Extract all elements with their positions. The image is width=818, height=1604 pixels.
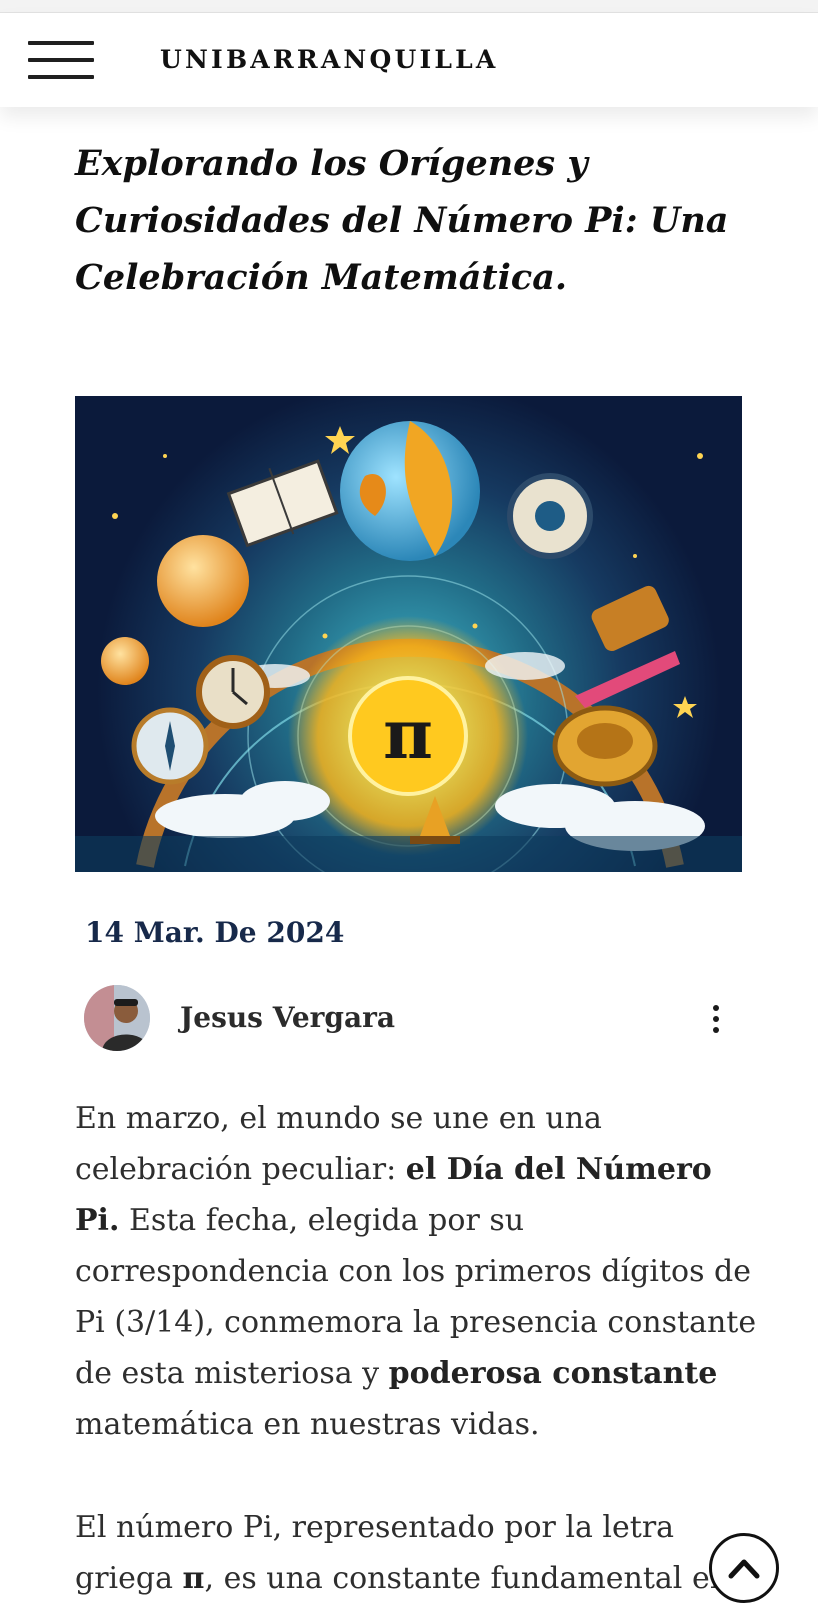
article-title: Explorando los Orígenes y Curiosidades d… (75, 143, 729, 298)
site-header: UNIBARRANQUILLA (0, 13, 818, 107)
article-paragraph-1: En marzo, el mundo se une en una celebra… (75, 1093, 765, 1450)
text-segment: matemática en nuestras vidas. (75, 1407, 540, 1442)
site-logo[interactable]: UNIBARRANQUILLA (160, 45, 499, 74)
bold-text: poderosa constante (388, 1356, 718, 1391)
scroll-to-top-button[interactable] (709, 1533, 779, 1603)
more-vertical-icon[interactable] (708, 1003, 724, 1035)
pi-symbol: π (383, 695, 433, 775)
author-name[interactable]: Jesus Vergara (180, 1001, 395, 1034)
article-date: 14 Mar. De 2024 (85, 916, 345, 949)
hero-image: π (75, 396, 742, 872)
chevron-up-icon (728, 1559, 760, 1579)
status-strip (0, 0, 818, 13)
avatar[interactable] (84, 985, 150, 1051)
hamburger-menu-icon[interactable] (28, 41, 94, 81)
article-paragraph-2: El número Pi, representado por la letra … (75, 1502, 765, 1604)
bold-text: π (182, 1561, 205, 1596)
author-row: Jesus Vergara (84, 985, 734, 1055)
text-segment: , es una constante fundamental en (204, 1561, 730, 1596)
